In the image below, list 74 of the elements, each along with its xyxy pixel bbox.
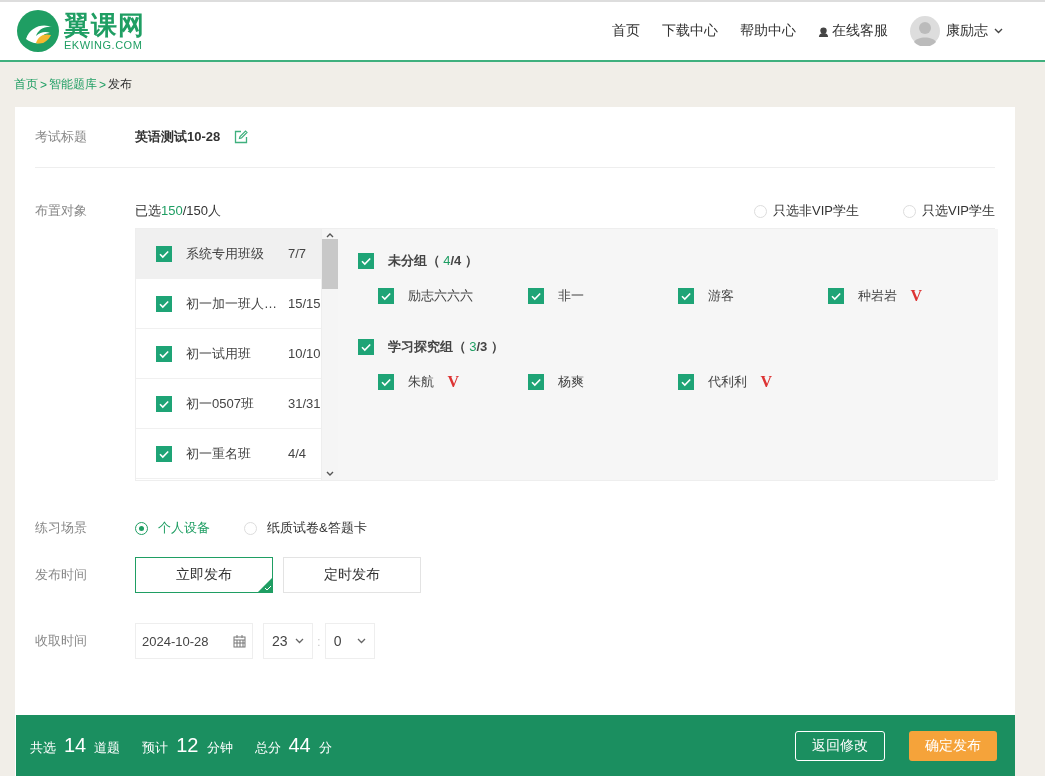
group-name: 学习探究组（ 3/3 ） — [387, 338, 504, 356]
student-name: 游客 — [707, 287, 734, 305]
vip-mark: V — [910, 287, 923, 305]
vip-filter[interactable]: 只选VIP学生 — [903, 202, 995, 220]
nav-link[interactable]: 首页 — [612, 22, 640, 40]
field-label: 收取时间 — [35, 632, 88, 650]
checkbox[interactable] — [156, 445, 172, 462]
class-item[interactable]: 初一0507班 31/31 — [136, 379, 321, 429]
breadcrumb-current: 发布 — [108, 76, 133, 93]
radio-button[interactable] — [135, 521, 148, 535]
checkbox[interactable] — [156, 345, 172, 362]
vip-mark: V — [447, 373, 460, 391]
summary-text: 共选 14 道题 — [30, 734, 121, 757]
scroll-up-icon[interactable] — [324, 231, 335, 239]
scroll-down-icon[interactable] — [324, 470, 335, 478]
checkbox[interactable] — [156, 245, 172, 262]
selected-count: 已选150/150人 — [135, 202, 221, 220]
checkbox[interactable] — [156, 395, 172, 412]
avatar-icon — [910, 16, 940, 46]
caret-icon — [356, 638, 366, 644]
class-item[interactable]: 初一加一班人… 15/15 — [136, 279, 321, 329]
student-name: 非一 — [557, 287, 584, 305]
checkbox[interactable] — [527, 374, 544, 390]
scene-option[interactable]: 个人设备 — [135, 519, 210, 537]
back-button[interactable]: 返回修改 — [795, 730, 885, 761]
checkbox[interactable] — [377, 288, 394, 304]
checkbox[interactable] — [677, 374, 694, 390]
date-field[interactable]: 2024-10-28 — [135, 623, 253, 659]
summary-text: 预计 12 分钟 — [142, 734, 233, 757]
logo-text: 翼课网 — [64, 11, 145, 39]
nav-link[interactable]: 下载中心 — [662, 22, 718, 40]
exam-title: 英语测试10-28 — [135, 128, 221, 146]
field-label: 练习场景 — [35, 519, 88, 537]
checkbox[interactable] — [527, 288, 544, 304]
checkbox[interactable] — [357, 253, 374, 269]
group-name: 未分组（ 4/4 ） — [387, 252, 478, 270]
logo-icon — [16, 9, 60, 53]
student-name: 朱航 — [407, 373, 434, 391]
checkbox[interactable] — [357, 339, 374, 355]
field-label: 布置对象 — [35, 202, 88, 220]
publish-mode-button[interactable]: 立即发布 — [135, 557, 273, 593]
class-item[interactable]: 系统专用班级 7/7 — [136, 229, 321, 279]
field-label: 考试标题 — [35, 128, 88, 146]
headset-icon — [818, 25, 829, 37]
logo-subtext: EKWING.COM — [64, 39, 144, 51]
minute-select[interactable]: 0 — [324, 623, 375, 659]
check-corner-icon — [258, 578, 272, 592]
service-link[interactable]: 在线客服 — [818, 22, 888, 40]
breadcrumb-separator: > — [99, 77, 107, 92]
nav-link[interactable]: 帮助中心 — [740, 22, 796, 40]
user-menu[interactable]: 康励志 — [910, 16, 1003, 46]
class-item[interactable]: 初一重名班 4/4 — [136, 429, 321, 479]
summary-text: 总分 44 分 — [254, 734, 332, 757]
student-name: 代利利 — [707, 373, 747, 391]
caret-icon — [994, 28, 1003, 34]
student-name: 种岩岩 — [857, 287, 897, 305]
hour-select[interactable]: 23 — [263, 623, 313, 659]
checkbox[interactable] — [677, 288, 694, 304]
class-item[interactable]: 初一试用班 10/10 — [136, 329, 321, 379]
student-name: 励志六六六 — [407, 287, 473, 305]
publish-mode-button[interactable]: 定时发布 — [283, 557, 421, 593]
breadcrumb-separator: > — [40, 77, 47, 92]
caret-icon — [295, 638, 304, 644]
edit-icon[interactable] — [234, 130, 249, 144]
checkbox[interactable] — [827, 288, 844, 304]
time-separator: : — [317, 633, 321, 649]
checkbox[interactable] — [377, 374, 394, 390]
student-name: 杨爽 — [557, 373, 584, 391]
field-label: 发布时间 — [35, 566, 88, 584]
scene-option[interactable]: 纸质试卷&答题卡 — [244, 519, 367, 537]
vip-mark: V — [760, 373, 773, 391]
calendar-icon — [233, 634, 246, 648]
vip-filter[interactable]: 只选非VIP学生 — [754, 202, 860, 220]
checkbox[interactable] — [156, 295, 172, 312]
